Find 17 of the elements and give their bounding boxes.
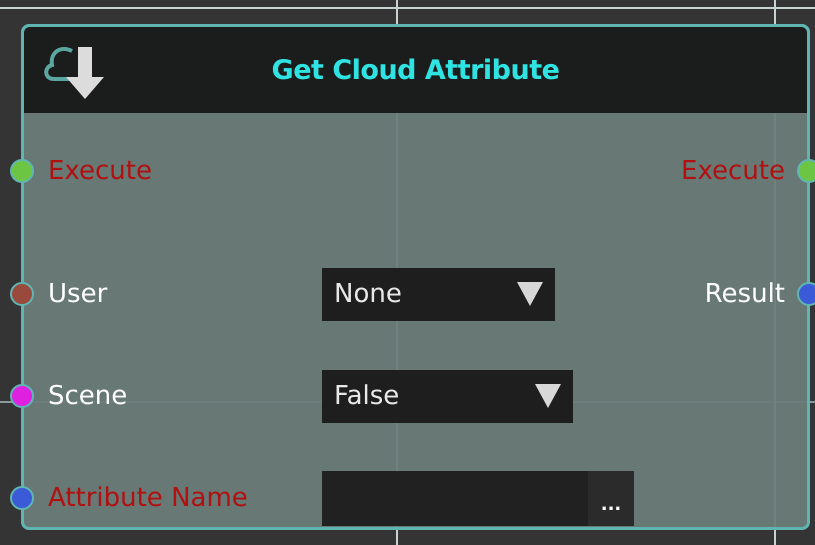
input-pin[interactable] xyxy=(10,282,34,306)
input-label: User xyxy=(48,279,108,309)
output-label: Result xyxy=(704,279,785,309)
input-field[interactable] xyxy=(322,470,588,526)
input-label: Execute xyxy=(48,156,152,186)
input-label: Attribute Name xyxy=(48,483,248,513)
browse-button[interactable]: ... xyxy=(588,470,634,526)
dropdown[interactable]: False xyxy=(322,370,573,422)
input-pin[interactable] xyxy=(10,486,34,510)
input-pin[interactable] xyxy=(10,384,34,408)
node-title: Get Cloud Attribute xyxy=(272,54,560,86)
caret-icon xyxy=(517,282,543,306)
input-label: Scene xyxy=(48,381,128,411)
input-pin[interactable] xyxy=(10,159,34,183)
output-label: Execute xyxy=(681,156,785,186)
dropdown[interactable]: None xyxy=(322,268,555,320)
caret-icon xyxy=(535,384,561,408)
